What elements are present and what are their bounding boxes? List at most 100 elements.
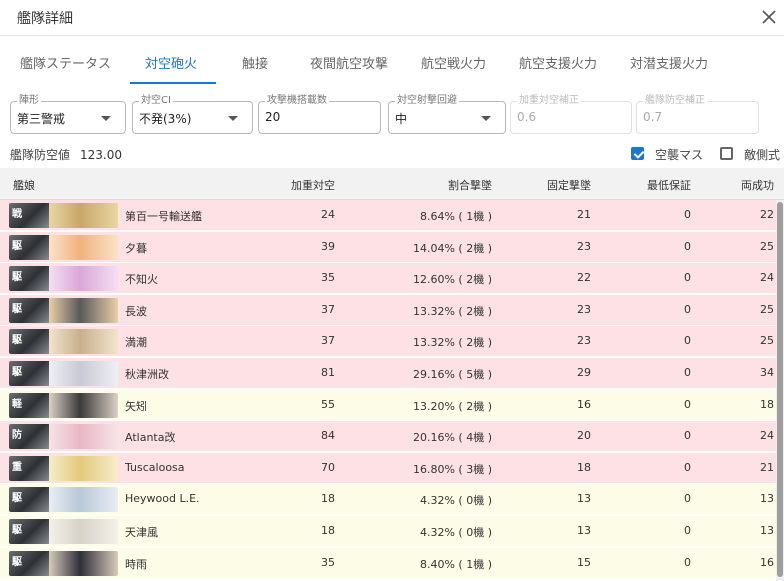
- both-success-value: 25: [760, 239, 774, 253]
- tab-air-battle-firepower[interactable]: 航空戦火力: [421, 53, 486, 72]
- table-row[interactable]: 駆 天津風 18 4.32% ( 0機 ) 13 0 13: [0, 516, 776, 547]
- attack-planes-input[interactable]: 攻撃機搭載数 20: [258, 94, 381, 134]
- ship-type-badge: 駆: [12, 240, 22, 252]
- minimum-guarantee-value: 0: [684, 302, 691, 316]
- proportional-shootdown-value: 8.64% ( 1機 ): [419, 210, 492, 223]
- table-row[interactable]: 駆 不知火 35 12.60% ( 2機 ) 22 0 24: [0, 263, 776, 295]
- ship-portrait: [49, 297, 118, 323]
- formation-select[interactable]: 陣形 第三警戒: [10, 94, 126, 134]
- ship-type-badge: 駆: [12, 493, 22, 505]
- both-success-value: 24: [760, 271, 774, 285]
- both-success-value: 25: [760, 302, 774, 316]
- proportional-shootdown-value: 13.32% ( 2機 ): [412, 336, 492, 350]
- fleet-aa-bonus-label: 艦隊防空補正: [643, 94, 707, 108]
- tab-night-air-attack[interactable]: 夜間航空攻撃: [310, 53, 388, 72]
- header-fixed[interactable]: 固定撃墜: [510, 177, 591, 193]
- header-weighted-aa[interactable]: 加重対空: [240, 177, 335, 193]
- fixed-shootdown-value: 23: [577, 302, 591, 316]
- table-row[interactable]: 戦 第百一号輸送艦 24 8.64% ( 1機 ) 21 0 22: [0, 200, 776, 231]
- aaci-value: 不発(3%): [139, 112, 192, 126]
- minimum-guarantee-value: 0: [684, 524, 691, 537]
- table-row[interactable]: 防 Atlanta改 84 20.16% ( 4機 ) 20 0 24: [0, 421, 776, 453]
- both-success-value: 13: [760, 524, 774, 537]
- weighted-aa-value: 24: [321, 208, 335, 221]
- tab-air-support-firepower[interactable]: 航空支援火力: [519, 53, 597, 72]
- air-raid-checkbox[interactable]: 空襲マス: [631, 146, 711, 162]
- weighted-aa-value: 37: [321, 302, 335, 316]
- weighted-aa-value: 55: [321, 397, 335, 411]
- ship-type-badge: 駆: [12, 525, 22, 536]
- tab-bar: 艦隊ステータス 対空砲火 触接 夜間航空攻撃 航空戦火力 航空支援火力 対潜支援…: [0, 44, 784, 84]
- ship-type-badge: 駆: [12, 303, 22, 315]
- fleet-aa-bonus-input: 艦隊防空補正 0.7: [636, 94, 759, 134]
- proportional-shootdown-value: 13.20% ( 2機 ): [412, 399, 492, 413]
- minimum-guarantee-value: 0: [684, 460, 691, 474]
- table-row[interactable]: 重 Tuscaloosa 70 16.80% ( 3機 ) 18 0 21: [0, 452, 776, 484]
- ship-portrait: [49, 266, 118, 292]
- ship-type-badge: 駆: [12, 272, 22, 284]
- header-proportional[interactable]: 割合撃墜: [380, 177, 492, 193]
- table-row[interactable]: 駆 夕暮 39 14.04% ( 2機 ) 23 0 25: [0, 231, 776, 263]
- fixed-shootdown-value: 13: [577, 524, 591, 537]
- fleet-aa-bonus-value: 0.7: [643, 110, 663, 124]
- both-success-value: 21: [760, 460, 774, 474]
- ship-type-badge: 駆: [12, 367, 22, 378]
- ship-name: 長波: [125, 304, 147, 318]
- fixed-shootdown-value: 15: [577, 555, 591, 569]
- ship-name: 夕暮: [125, 241, 147, 255]
- fixed-shootdown-value: 22: [577, 271, 591, 285]
- aa-evasion-select[interactable]: 対空射撃回避 中: [388, 94, 506, 134]
- fixed-shootdown-value: 29: [577, 366, 591, 379]
- fixed-shootdown-value: 23: [577, 334, 591, 348]
- dialog-title: 艦隊詳細: [17, 11, 73, 27]
- table-row[interactable]: 駆 秋津洲改 81 29.16% ( 5機 ) 29 0 34: [0, 358, 776, 389]
- fixed-shootdown-value: 23: [577, 239, 591, 253]
- chevron-down-icon: [228, 116, 238, 121]
- ship-banner: 駆: [9, 550, 118, 576]
- fixed-shootdown-value: 16: [577, 397, 591, 411]
- table-row[interactable]: 駆 時雨 35 8.40% ( 1機 ) 15 0 16: [0, 547, 776, 579]
- ship-name: 不知火: [125, 273, 158, 287]
- close-icon[interactable]: [757, 5, 781, 29]
- aaci-select[interactable]: 対空CI 不発(3%): [132, 94, 253, 134]
- fixed-shootdown-value: 18: [577, 460, 591, 474]
- ship-name: Tuscaloosa: [125, 460, 185, 474]
- ship-banner: 駆: [9, 266, 118, 292]
- table-row[interactable]: 軽 矢矧 55 13.20% ( 2機 ) 16 0 18: [0, 389, 776, 421]
- ship-portrait: [49, 550, 118, 576]
- tab-asw-support-firepower[interactable]: 対潜支援火力: [630, 53, 708, 72]
- ship-banner: 駆: [9, 361, 118, 386]
- ship-type-badge: 駆: [12, 335, 22, 347]
- chevron-down-icon: [481, 116, 491, 121]
- header-minimum[interactable]: 最低保証: [610, 177, 691, 193]
- minimum-guarantee-value: 0: [684, 334, 691, 348]
- ship-banner: 駆: [9, 487, 118, 513]
- fleet-aa-label: 艦隊防空値: [10, 148, 71, 162]
- enemy-side-checkbox[interactable]: 敵側式: [720, 146, 784, 162]
- ship-name: 満潮: [125, 336, 147, 350]
- minimum-guarantee-value: 0: [684, 208, 691, 221]
- ship-name: 時雨: [125, 557, 147, 571]
- ship-banner: 重: [9, 455, 118, 481]
- ship-banner: 防: [9, 424, 118, 450]
- ship-type-badge: 重: [12, 461, 22, 473]
- scrollbar[interactable]: [776, 200, 784, 581]
- scrollbar-thumb[interactable]: [777, 202, 783, 577]
- table-row[interactable]: 駆 満潮 37 13.32% ( 2機 ) 23 0 25: [0, 326, 776, 358]
- tab-contact[interactable]: 触接: [242, 53, 268, 72]
- minimum-guarantee-value: 0: [684, 555, 691, 569]
- header-both[interactable]: 両成功: [700, 177, 774, 193]
- proportional-shootdown-value: 13.32% ( 2機 ): [412, 304, 492, 318]
- ship-name: 矢矧: [125, 399, 147, 413]
- enemy-side-label: 敵側式: [744, 148, 781, 162]
- aa-evasion-label: 対空射撃回避: [395, 94, 459, 108]
- ship-name: Heywood L.E.: [125, 492, 200, 506]
- tab-anti-air-fire[interactable]: 対空砲火: [145, 53, 197, 72]
- table-row[interactable]: 駆 Heywood L.E. 18 4.32% ( 0機 ) 13 0 13: [0, 484, 776, 516]
- table-row[interactable]: 駆 長波 37 13.32% ( 2機 ) 23 0 25: [0, 294, 776, 326]
- both-success-value: 13: [760, 492, 774, 506]
- weighted-aa-value: 39: [321, 239, 335, 253]
- ship-banner: 駆: [9, 519, 118, 544]
- tab-fleet-status[interactable]: 艦隊ステータス: [20, 53, 111, 72]
- ship-type-badge: 駆: [12, 556, 22, 568]
